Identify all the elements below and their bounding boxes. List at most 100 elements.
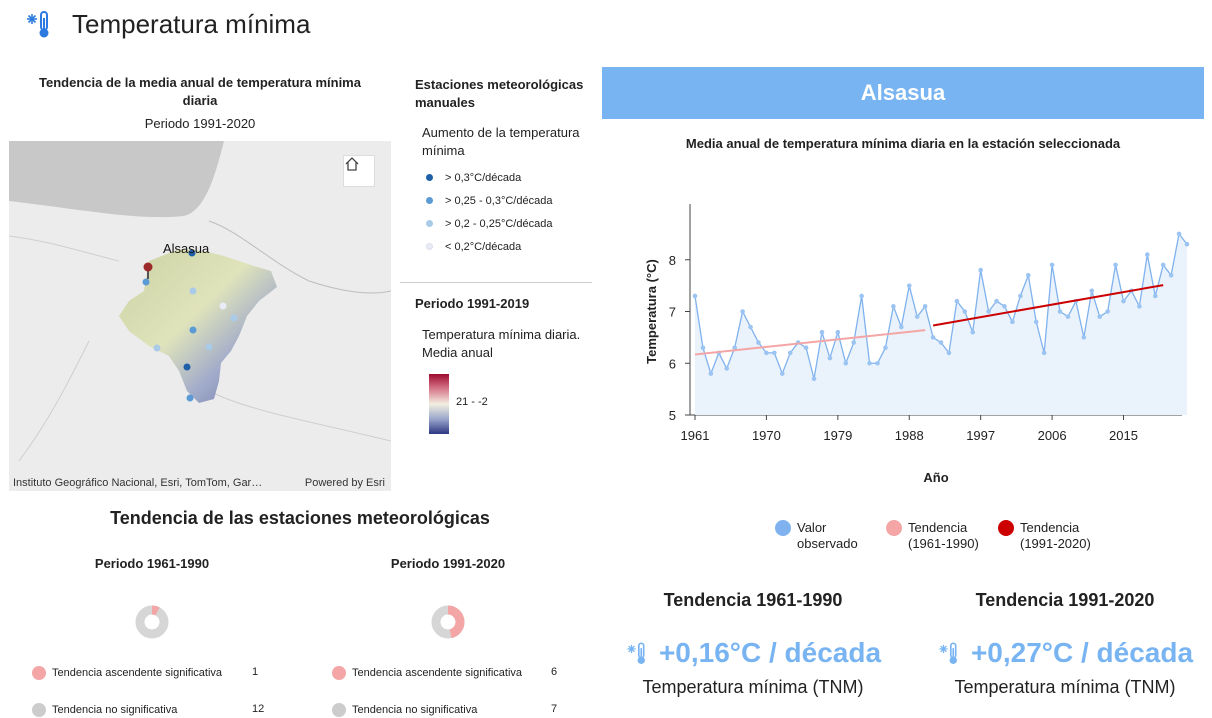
stations-trend-title: Tendencia de las estaciones meteorológic… — [110, 508, 490, 528]
data-point — [827, 355, 833, 361]
powered-by-link[interactable]: Powered by Esri — [305, 477, 385, 489]
data-point — [764, 350, 769, 356]
kpi-1991-2020: Tendencia 1991-2020 +0,27°C / década Tem… — [914, 590, 1212, 698]
donut-chart-1961-1990[interactable] — [134, 604, 170, 640]
color-ramp: 21 - -2 — [400, 374, 592, 438]
data-point — [700, 345, 706, 351]
data-point — [867, 360, 872, 366]
trend-row: Tendencia ascendente significativa — [332, 666, 522, 680]
y-tick-label: 6 — [669, 356, 676, 371]
data-point — [819, 329, 825, 335]
legend-heading-period: Periodo 1991-2019 — [415, 296, 530, 311]
map-attribution[interactable]: Instituto Geográfico Nacional, Esri, Tom… — [13, 477, 262, 489]
legend-item: < 0,2°C/década — [400, 235, 592, 258]
legend-items: > 0,3°C/década > 0,25 - 0,3°C/década > 0… — [400, 166, 592, 258]
data-point — [859, 293, 864, 299]
data-point — [1121, 298, 1126, 304]
data-point — [748, 324, 753, 330]
map-view[interactable]: Alsasua Instituto Geográfico Nacional, E… — [9, 141, 391, 491]
page-title: Temperatura mínima — [72, 9, 311, 39]
trend-dot — [332, 666, 346, 680]
trend-dot — [32, 703, 46, 717]
color-ramp-bar — [429, 374, 449, 434]
kpi-subtitle: Temperatura mínima (TNM) — [642, 677, 864, 697]
trend-label: Tendencia no significativa — [52, 704, 178, 716]
data-point — [1081, 335, 1087, 340]
legend-label: Tendencia (1991-2020) — [1020, 520, 1091, 551]
data-point — [851, 340, 857, 345]
data-point — [843, 360, 849, 366]
trend-label: Tendencia ascendente significativa — [352, 667, 523, 679]
home-icon — [345, 157, 359, 171]
chart-legend-item[interactable]: Tendencia (1961-1990) — [886, 520, 990, 552]
trend-label: Tendencia ascendente significativa — [52, 667, 223, 679]
temperature-line-chart[interactable]: 5 6 7 8 1961 1970 1979 1988 1997 2006 2015 Año Tempe… — [630, 190, 1190, 500]
data-point — [803, 345, 809, 351]
x-tick-label: 1970 — [752, 428, 781, 443]
data-point — [772, 350, 777, 356]
legend-raster-label: Temperatura mínima diaria. Media anual — [422, 327, 581, 360]
data-point — [779, 371, 785, 376]
data-point — [1160, 262, 1166, 268]
map-title: Tendencia de la media anual de temperatu… — [39, 75, 361, 108]
legend-dot — [426, 243, 433, 250]
data-point — [1010, 319, 1015, 325]
data-point — [1113, 262, 1118, 268]
data-point — [1137, 304, 1142, 309]
legend-label: > 0,2 - 0,25°C/década — [445, 217, 553, 230]
navarra-region — [119, 249, 277, 403]
legend-item: > 0,2 - 0,25°C/década — [400, 212, 592, 235]
home-button[interactable] — [343, 155, 375, 187]
kpi-subtitle: Temperatura mínima (TNM) — [954, 677, 1176, 697]
x-tick-label: 1979 — [823, 428, 852, 443]
x-tick-label: 1988 — [895, 428, 924, 443]
data-point — [891, 304, 896, 309]
thermometer-cold-icon — [939, 642, 957, 664]
legend-dot — [426, 197, 433, 204]
data-point — [1033, 319, 1039, 325]
legend-dot — [426, 174, 433, 181]
data-point — [875, 360, 880, 366]
legend-label: Tendencia (1961-1990) — [908, 520, 979, 551]
y-tick-label: 8 — [669, 253, 676, 268]
chart-title: Media anual de temperatura mínima diaria… — [685, 136, 1121, 151]
chart-legend-item[interactable]: Tendencia (1991-2020) — [998, 520, 1102, 552]
legend-dot — [426, 220, 433, 227]
trend-count: 7 — [551, 703, 558, 715]
trend-row: Tendencia ascendente significativa — [32, 666, 222, 680]
data-point — [883, 345, 888, 351]
kpi-title: Tendencia 1961-1990 — [663, 590, 843, 610]
x-axis-label: Año — [923, 470, 948, 485]
legend-label: > 0,25 - 0,3°C/década — [445, 194, 553, 207]
x-tick-label: 1997 — [966, 428, 995, 443]
period-1991-2020-label: Periodo 1991-2020 — [390, 556, 506, 571]
legend-subheading: Aumento de la temperatura mínima — [422, 125, 580, 158]
trend-count: 6 — [551, 666, 558, 678]
trend-label: Tendencia no significativa — [352, 704, 478, 716]
data-point — [922, 304, 928, 309]
y-tick-label: 7 — [669, 305, 676, 320]
chart-legend-item[interactable]: Valor observado — [775, 520, 867, 552]
data-point — [978, 267, 983, 273]
map-legend: Estaciones meteorológicas manuales Aumen… — [400, 76, 592, 438]
data-point — [1176, 231, 1182, 237]
data-point — [914, 314, 920, 319]
data-point — [1168, 272, 1174, 278]
legend-label: < 0,2°C/década — [445, 240, 522, 253]
data-point — [811, 376, 817, 382]
data-point — [1018, 293, 1023, 299]
donut-chart-1991-2020[interactable] — [430, 604, 466, 640]
trend-count: 12 — [252, 703, 265, 715]
sea-area — [9, 141, 224, 218]
legend-swatch — [886, 520, 902, 536]
legend-label: Valor observado — [797, 520, 858, 551]
data-point — [1097, 314, 1103, 319]
data-point — [756, 340, 761, 345]
data-point — [1049, 262, 1055, 268]
trend-row: Tendencia no significativa — [332, 703, 477, 717]
kpi-value: +0,27°C / década — [970, 637, 1194, 668]
thermometer-cold-icon — [627, 642, 645, 664]
kpi-value-row: +0,16°C / década — [602, 637, 904, 669]
trend-dot — [32, 666, 46, 680]
legend-item: > 0,3°C/década — [400, 166, 592, 189]
